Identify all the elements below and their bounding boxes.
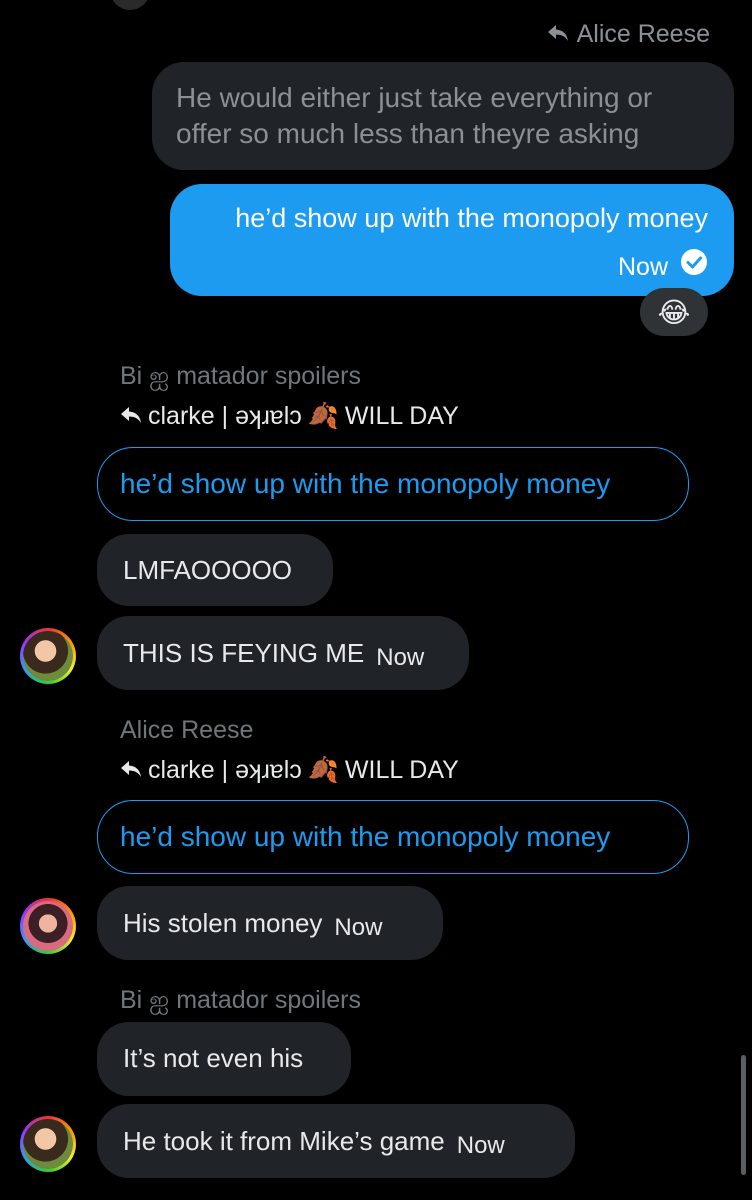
- reply-context: clarke | ǝʞɹɐlɔ 🍂 WILL DAY: [120, 756, 459, 785]
- reply-to-name: clarke | ǝʞɹɐlɔ: [148, 756, 302, 784]
- message-bubble[interactable]: THIS IS FEYING ME Now: [97, 616, 469, 690]
- reply-arrow-icon: [120, 402, 142, 431]
- message-text: LMFAOOOOO: [123, 555, 293, 585]
- check-circle-icon: [680, 248, 708, 285]
- reply-to-suffix: WILL DAY: [344, 402, 459, 430]
- message-time: Now: [617, 252, 668, 281]
- message-text: His stolen money: [123, 908, 323, 938]
- message-bubble[interactable]: LMFAOOOOO: [97, 534, 333, 606]
- quoted-text: he’d show up with the monopoly money: [120, 468, 611, 499]
- message-time: Now: [334, 914, 383, 941]
- quoted-message[interactable]: he’d show up with the monopoly money: [97, 447, 689, 521]
- message-time: Now: [456, 1132, 505, 1159]
- sender-name: Alice Reese: [120, 716, 254, 744]
- message-time: Now: [376, 644, 425, 671]
- quoted-message[interactable]: he’d show up with the monopoly money: [97, 800, 689, 874]
- avatar-partial: [110, 0, 150, 10]
- reaction-badge[interactable]: 😂: [640, 288, 708, 336]
- reply-header-name: Alice Reese: [576, 20, 710, 48]
- avatar[interactable]: [20, 1116, 76, 1172]
- message-bubble[interactable]: It’s not even his: [97, 1022, 351, 1096]
- avatar[interactable]: [20, 898, 76, 954]
- message-line: offer so much less than theyre asking: [176, 118, 640, 149]
- message-text: He took it from Mike’s game: [123, 1126, 445, 1156]
- leaf-emoji-icon: 🍂: [307, 756, 339, 784]
- quoted-text: he’d show up with the monopoly money: [120, 821, 611, 852]
- message-text: THIS IS FEYING ME: [123, 638, 365, 668]
- message-bubble-sent[interactable]: he’d show up with the monopoly money Now: [170, 184, 734, 296]
- message-bubble[interactable]: His stolen money Now: [97, 886, 443, 960]
- message-bubble[interactable]: He took it from Mike’s game Now: [97, 1104, 575, 1178]
- laughing-emoji-icon: 😂: [657, 296, 691, 328]
- scrollbar[interactable]: [741, 1055, 746, 1175]
- leaf-emoji-icon: 🍂: [307, 402, 339, 430]
- sender-name: Bi ஐ matador spoilers: [120, 362, 361, 390]
- message-text: It’s not even his: [123, 1043, 304, 1073]
- reply-arrow-icon: [547, 20, 569, 49]
- message-text: he’d show up with the monopoly money: [235, 203, 708, 233]
- avatar[interactable]: [20, 628, 76, 684]
- reply-to-suffix: WILL DAY: [344, 756, 459, 784]
- message-bubble-quoted[interactable]: He would either just take everything or …: [152, 62, 734, 170]
- reply-arrow-icon: [120, 756, 142, 785]
- reply-context: clarke | ǝʞɹɐlɔ 🍂 WILL DAY: [120, 402, 459, 431]
- reply-to-name: clarke | ǝʞɹɐlɔ: [148, 402, 302, 430]
- sender-name: Bi ஐ matador spoilers: [120, 986, 361, 1014]
- message-line: He would either just take everything or: [176, 82, 653, 113]
- reply-header: Alice Reese: [547, 20, 710, 49]
